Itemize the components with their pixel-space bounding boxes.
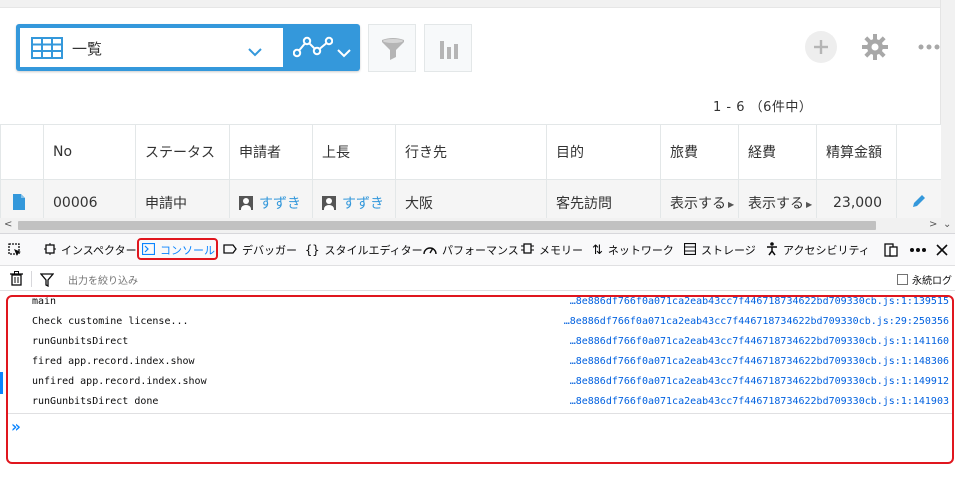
column-header[interactable]: 申請者: [229, 124, 313, 180]
toolbar-divider: [31, 271, 32, 287]
more-options-button[interactable]: [918, 38, 940, 60]
tab-label: ネットワーク: [607, 244, 674, 257]
tab-label: スタイルエディター: [324, 244, 423, 257]
header-detail-column: [0, 124, 44, 180]
tab-debugger[interactable]: デバッガー: [223, 234, 297, 266]
tab-inspector[interactable]: インスペクター: [44, 234, 137, 266]
console-filter-input[interactable]: 出力を絞り込み: [68, 272, 138, 287]
console-output-highlight: [6, 295, 954, 464]
inspector-icon: [44, 242, 56, 258]
element-picker-icon: [8, 243, 21, 256]
document-icon: [13, 194, 25, 211]
debugger-icon: [223, 243, 237, 257]
settings-button[interactable]: [862, 34, 888, 64]
selection-marker: [0, 372, 3, 394]
tab-network[interactable]: ⇅ ネットワーク: [592, 234, 674, 266]
pagination-text: 1 - 6 （6件中）: [713, 100, 813, 115]
storage-icon: [683, 242, 697, 258]
user-icon: [322, 195, 336, 210]
filter-icon: [382, 38, 404, 60]
plus-icon: [814, 40, 828, 54]
boss-link[interactable]: すずき: [342, 196, 384, 212]
scroll-right-icon[interactable]: >: [929, 219, 937, 230]
column-header[interactable]: 旅費: [660, 124, 739, 180]
more-dots-icon: [918, 44, 940, 50]
filter-button[interactable]: [368, 24, 416, 72]
devtools-close-button[interactable]: [936, 234, 948, 266]
tab-memory[interactable]: メモリー: [521, 234, 583, 266]
tab-label: ストレージ: [701, 244, 756, 257]
filter-icon: [39, 272, 55, 291]
graph-chevron-down-icon: [337, 43, 351, 62]
persist-logs-checkbox[interactable]: [897, 274, 908, 285]
devtools-menu-button[interactable]: [909, 234, 927, 266]
persist-logs-label: 永続ログ: [912, 276, 952, 287]
caret-right-icon: ▶: [806, 199, 813, 209]
header-edit-column: [896, 124, 941, 180]
tab-label: アクセシビリティ: [783, 244, 870, 257]
trash-icon: [10, 271, 23, 286]
graph-icon: [292, 35, 334, 63]
tab-style-editor[interactable]: {} スタイルエディター: [305, 234, 423, 266]
view-selector[interactable]: 一覧: [16, 24, 360, 71]
add-record-button[interactable]: [805, 31, 837, 63]
column-header[interactable]: 行き先: [395, 124, 547, 180]
tab-label: デバッガー: [242, 244, 297, 257]
network-icon: ⇅: [592, 242, 603, 258]
tab-label: インスペクター: [61, 244, 137, 257]
bar-chart-icon: [440, 41, 458, 59]
scroll-left-icon[interactable]: <: [4, 219, 12, 230]
accessibility-icon: [766, 241, 778, 259]
table-header-row: No ステータス 申請者 上長 行き先 目的 旅費 経費 精算金額: [0, 124, 941, 180]
console-toolbar: 出力を絞り込み 永続ログ: [0, 267, 955, 291]
responsive-mode-icon: [884, 243, 898, 257]
column-header[interactable]: No: [43, 124, 136, 180]
responsive-design-button[interactable]: [884, 234, 898, 266]
caret-right-icon: ▶: [728, 199, 735, 209]
applicant-link[interactable]: すずき: [259, 196, 301, 212]
scroll-down-icon[interactable]: ⌄: [943, 219, 951, 230]
table-horizontal-scrollbar[interactable]: < > ⌄: [0, 218, 955, 233]
close-icon: [936, 244, 948, 256]
performance-icon: [423, 243, 437, 258]
tab-label: パフォーマンス: [442, 244, 519, 257]
page-vertical-scrollbar[interactable]: [940, 0, 955, 232]
user-icon: [239, 195, 253, 210]
tab-performance[interactable]: パフォーマンス: [423, 234, 519, 266]
column-header[interactable]: 上長: [312, 124, 396, 180]
column-header[interactable]: 経費: [738, 124, 817, 180]
console-tab-highlight: [137, 238, 218, 260]
more-dots-icon: [910, 248, 926, 252]
tab-storage[interactable]: ストレージ: [683, 234, 756, 266]
column-header[interactable]: 目的: [546, 124, 661, 180]
scrollbar-thumb[interactable]: [18, 221, 876, 230]
records-table: No ステータス 申請者 上長 行き先 目的 旅費 経費 精算金額 00006 …: [0, 124, 941, 226]
gear-icon: [862, 34, 888, 60]
view-selector-label: 一覧: [72, 40, 103, 58]
memory-icon: [521, 242, 534, 258]
column-header[interactable]: ステータス: [135, 124, 230, 180]
element-picker-button[interactable]: [8, 234, 22, 266]
persist-logs-toggle[interactable]: 永続ログ: [897, 272, 952, 287]
column-header[interactable]: 精算金額: [816, 124, 897, 180]
graph-menu-button[interactable]: [283, 24, 360, 71]
chevron-down-icon: [248, 42, 262, 61]
view-dropdown[interactable]: 一覧: [20, 28, 283, 67]
travel-cost-toggle[interactable]: 表示する: [670, 196, 726, 212]
top-strip: [0, 0, 940, 8]
tab-accessibility[interactable]: アクセシビリティ: [766, 234, 870, 266]
graph-summary-button[interactable]: [424, 24, 472, 72]
expense-toggle[interactable]: 表示する: [748, 196, 804, 212]
pencil-icon: [913, 194, 925, 207]
clear-console-button[interactable]: [10, 271, 23, 290]
style-editor-icon: {}: [305, 243, 320, 257]
table-view-icon: [31, 37, 63, 63]
tab-label: メモリー: [539, 244, 583, 257]
